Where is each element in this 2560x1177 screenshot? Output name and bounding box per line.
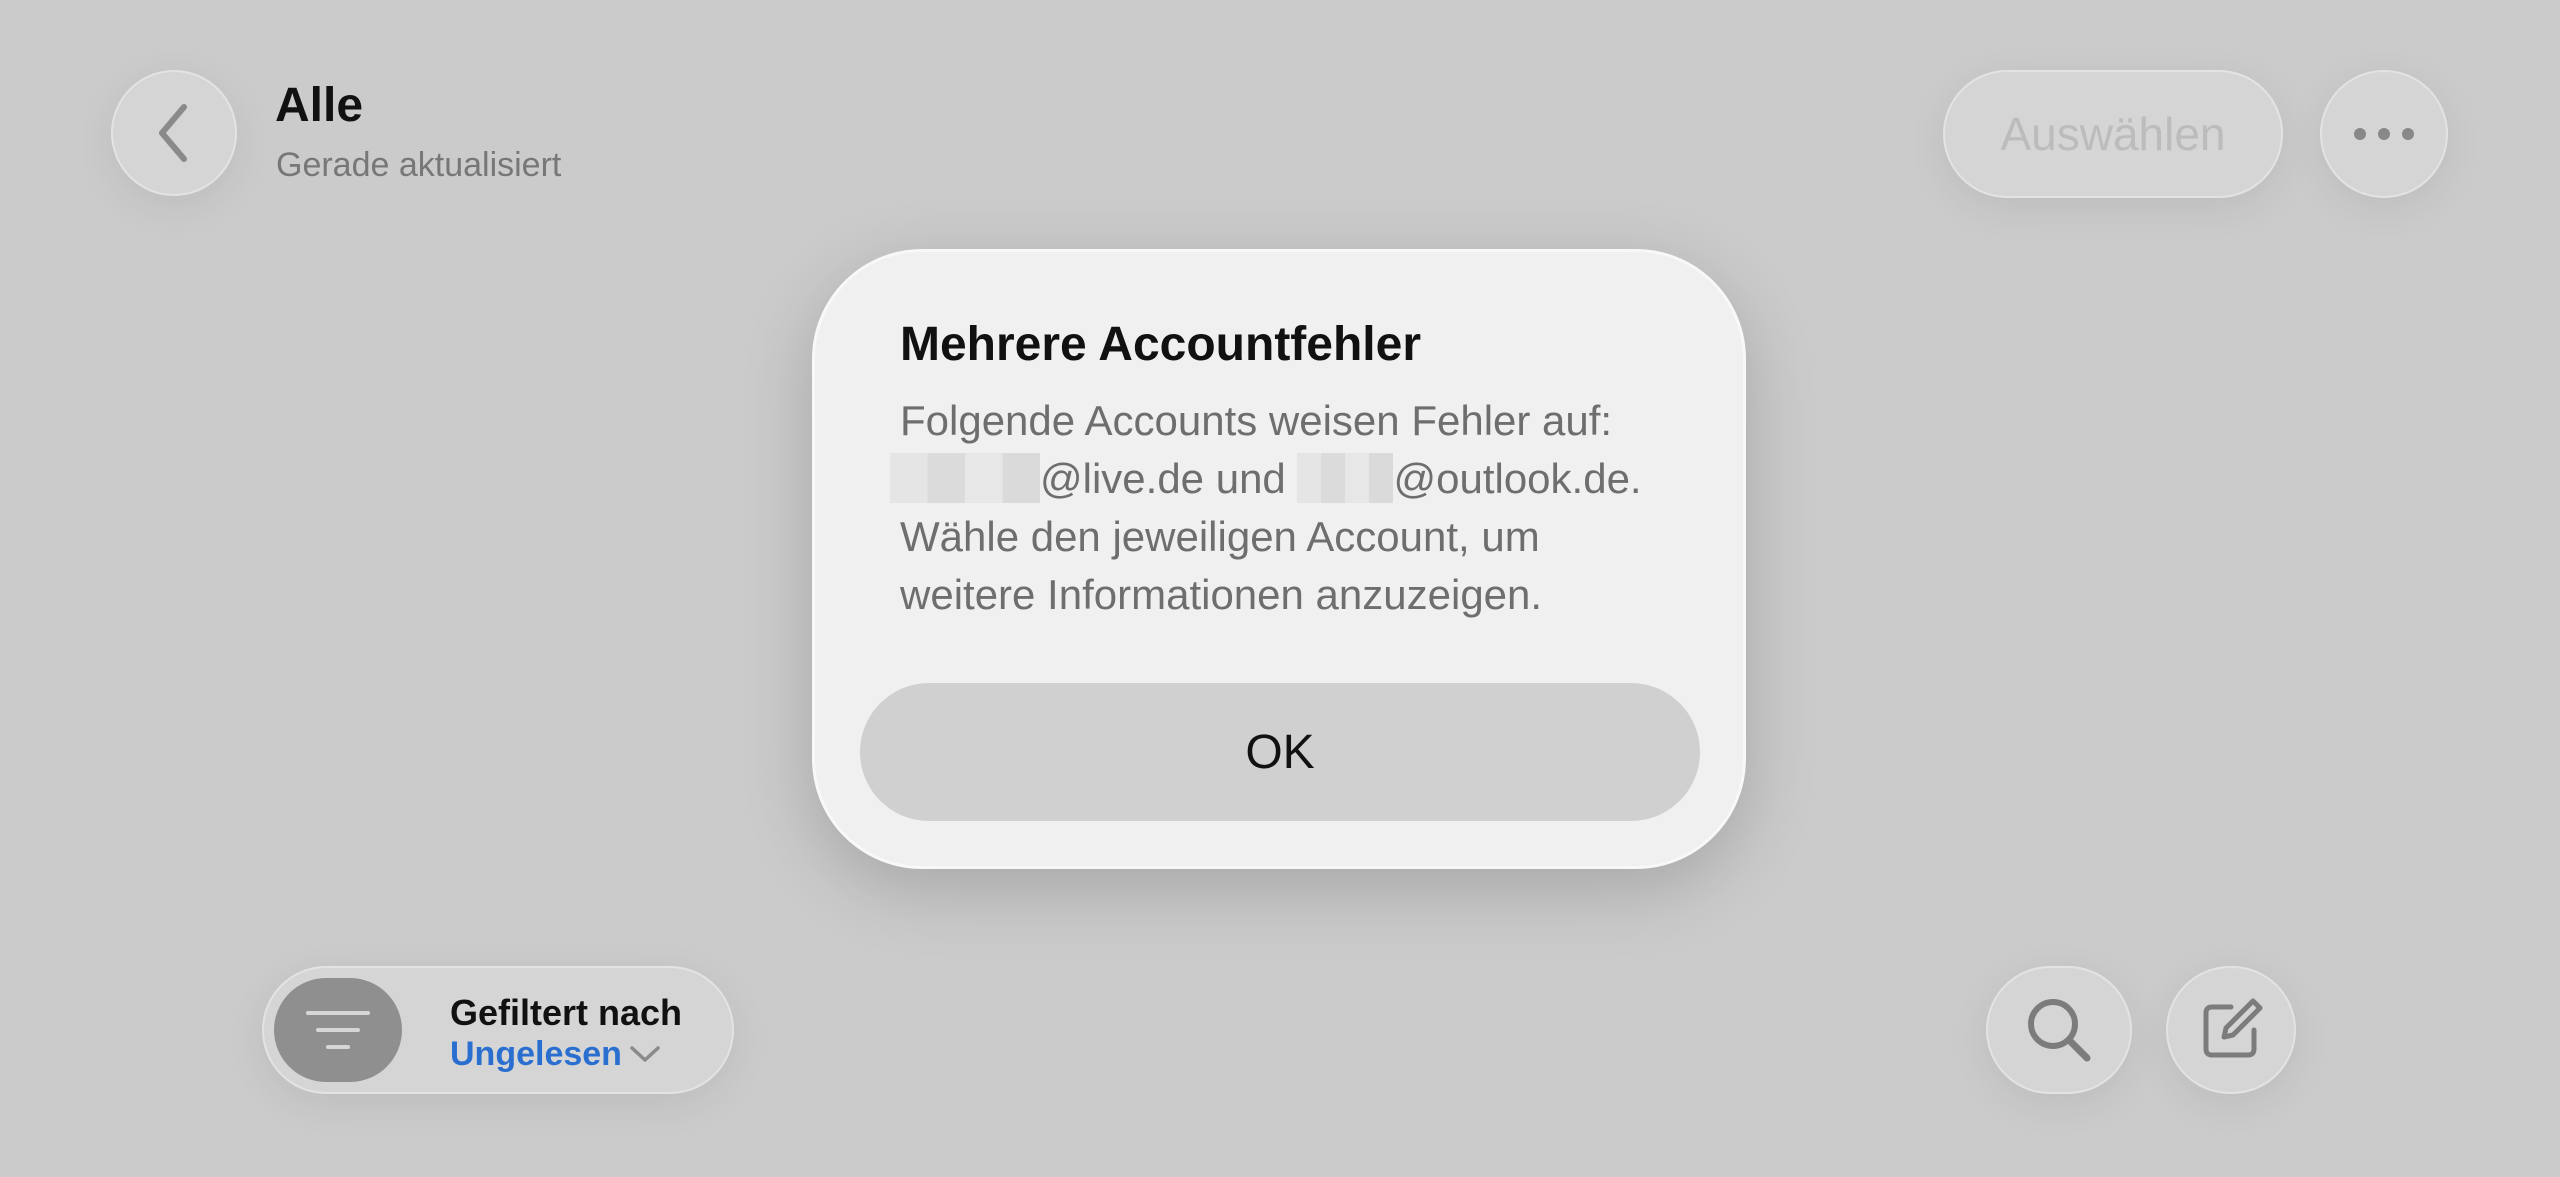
account-error-alert: Mehrere Accountfehler Folgende Accounts … (812, 249, 1746, 869)
search-icon (2028, 999, 2091, 1062)
filter-button[interactable] (274, 978, 402, 1082)
redacted-username (890, 453, 1040, 503)
update-status: Gerade aktualisiert (276, 146, 562, 184)
account-domain-live: @live.de (1040, 455, 1205, 502)
mail-screen: Alle Gerade aktualisiert Auswählen Mehre… (0, 0, 2560, 1177)
chevron-down-icon (630, 1046, 660, 1062)
alert-message: Folgende Accounts weisen Fehler auf: @li… (890, 392, 1700, 624)
back-button[interactable] (111, 70, 237, 196)
alert-message-line: Folgende Accounts weisen Fehler auf: (900, 397, 1613, 444)
filter-label: Gefiltert nach (450, 992, 683, 1033)
filter-value-dropdown[interactable]: Ungelesen (450, 1034, 662, 1074)
filter-lines-icon (306, 1011, 370, 1049)
ok-button[interactable]: OK (860, 683, 1700, 821)
alert-message-line: weitere Informationen anzuzeigen. (900, 571, 1543, 618)
chevron-left-icon (159, 104, 187, 162)
compose-icon (2203, 998, 2263, 1058)
alert-accounts-line: @live.de und @outlook.de. (890, 450, 1700, 508)
alert-title: Mehrere Accountfehler (900, 318, 1422, 371)
search-button[interactable] (1986, 966, 2132, 1094)
redacted-username (1297, 453, 1394, 503)
select-button[interactable]: Auswählen (1943, 70, 2283, 198)
filter-value: Ungelesen (450, 1035, 622, 1073)
filter-control[interactable]: Gefiltert nach Ungelesen (262, 966, 734, 1094)
alert-message-line: Wähle den jeweiligen Account, um (900, 513, 1540, 560)
page-title: Alle (275, 79, 364, 132)
conjunction-text: und (1204, 455, 1298, 502)
more-button[interactable] (2320, 70, 2448, 198)
account-domain-outlook: @outlook.de. (1393, 455, 1642, 502)
ellipsis-icon (2354, 128, 2414, 140)
compose-button[interactable] (2166, 966, 2296, 1094)
